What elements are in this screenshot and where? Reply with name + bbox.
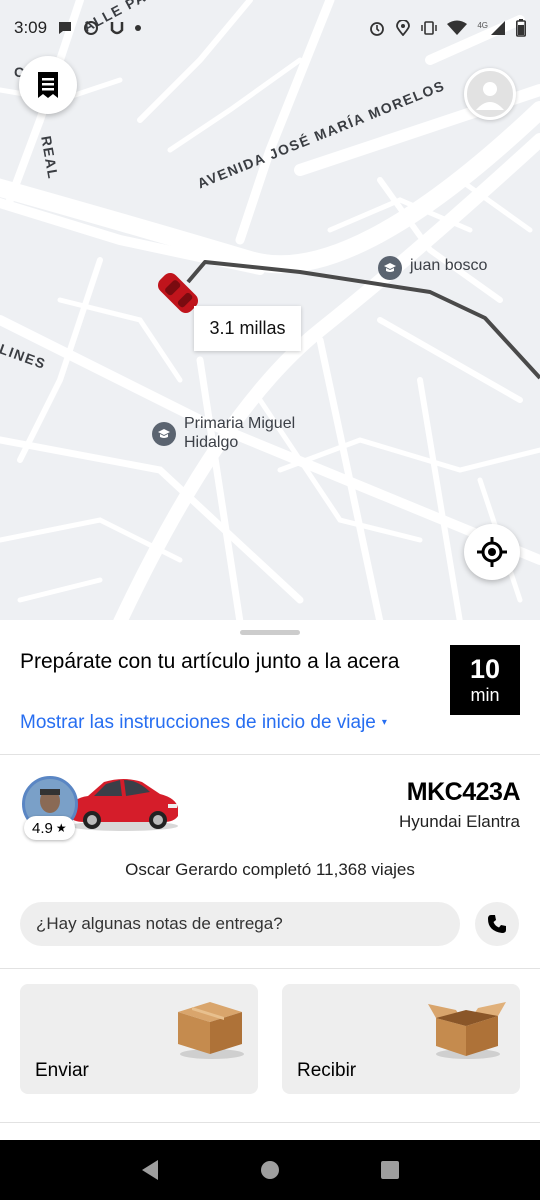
locate-me-button[interactable] bbox=[464, 524, 520, 580]
divider bbox=[0, 1122, 540, 1123]
receipt-button[interactable] bbox=[19, 56, 77, 114]
poi-primaria[interactable]: Primaria Miguel Hidalgo bbox=[152, 414, 295, 452]
home-icon[interactable] bbox=[260, 1160, 280, 1180]
alarm-icon bbox=[370, 22, 385, 36]
phone-icon bbox=[488, 915, 506, 933]
trip-instructions-link[interactable]: Mostrar las instrucciones de inicio de v… bbox=[20, 712, 387, 734]
school-icon bbox=[378, 256, 402, 280]
eta-unit: min bbox=[470, 685, 500, 705]
car-image bbox=[70, 779, 178, 831]
divider bbox=[0, 968, 540, 969]
receive-label: Recibir bbox=[297, 1060, 357, 1081]
send-label: Enviar bbox=[35, 1060, 89, 1081]
uber-icon bbox=[110, 22, 124, 35]
car-model: Hyundai Elantra bbox=[399, 812, 520, 831]
trip-bottom-sheet[interactable]: Prepárate con tu artículo junto a la ace… bbox=[0, 620, 540, 1140]
instructions-link-label: Mostrar las instrucciones de inicio de v… bbox=[20, 712, 376, 733]
call-driver-button[interactable] bbox=[475, 902, 519, 946]
eta-value: 10 bbox=[469, 654, 501, 684]
profile-avatar-button[interactable] bbox=[464, 68, 516, 120]
poi-label: juan bosco bbox=[410, 257, 488, 274]
open-box-icon bbox=[428, 1002, 506, 1059]
vibrate-icon bbox=[421, 21, 438, 35]
closed-box-icon bbox=[178, 1002, 244, 1059]
license-plate: MKC423A bbox=[406, 778, 521, 806]
network-type: 4G bbox=[477, 21, 488, 30]
crosshair-icon bbox=[477, 537, 507, 567]
sheet-drag-handle[interactable] bbox=[240, 630, 300, 635]
poi-label-line2: Hidalgo bbox=[184, 434, 239, 451]
chevron-down-icon: ▾ bbox=[381, 717, 387, 729]
driver-trip-count: Oscar Gerardo completó 11,368 viajes bbox=[125, 860, 415, 879]
wifi-icon bbox=[447, 20, 468, 35]
user-icon bbox=[476, 82, 504, 110]
system-nav-bar bbox=[0, 1140, 540, 1200]
eta-badge: 10 min bbox=[450, 645, 520, 715]
map-view[interactable]: ALLE PASO RE C REAL AVENIDA JOSÉ MARÍA M… bbox=[0, 0, 540, 622]
battery-icon bbox=[516, 19, 526, 37]
driver-rating: 4.9 bbox=[32, 819, 53, 837]
trip-headline: Prepárate con tu artículo junto a la ace… bbox=[20, 650, 400, 673]
receive-package-card[interactable]: Recibir bbox=[282, 984, 520, 1094]
chat-icon bbox=[59, 22, 72, 34]
driver-rating-badge: 4.9 ★ bbox=[24, 816, 75, 840]
back-icon[interactable] bbox=[140, 1159, 160, 1181]
dot-icon bbox=[135, 25, 142, 31]
whatsapp-icon bbox=[84, 21, 99, 35]
poi-juan-bosco[interactable]: juan bosco bbox=[378, 256, 487, 280]
signal-icon bbox=[491, 21, 505, 35]
divider bbox=[0, 754, 540, 755]
delivery-notes-input[interactable] bbox=[20, 902, 460, 946]
location-icon bbox=[396, 20, 411, 36]
star-icon: ★ bbox=[55, 821, 67, 835]
receipt-icon bbox=[38, 72, 58, 98]
status-bar: 3:09 4G bbox=[0, 0, 540, 56]
recents-icon[interactable] bbox=[380, 1160, 400, 1180]
school-icon bbox=[152, 422, 176, 446]
status-time: 3:09 bbox=[14, 18, 48, 37]
send-package-card[interactable]: Enviar bbox=[20, 984, 258, 1094]
distance-label: 3.1 millas bbox=[194, 306, 301, 351]
poi-label-line1: Primaria Miguel bbox=[184, 415, 296, 432]
